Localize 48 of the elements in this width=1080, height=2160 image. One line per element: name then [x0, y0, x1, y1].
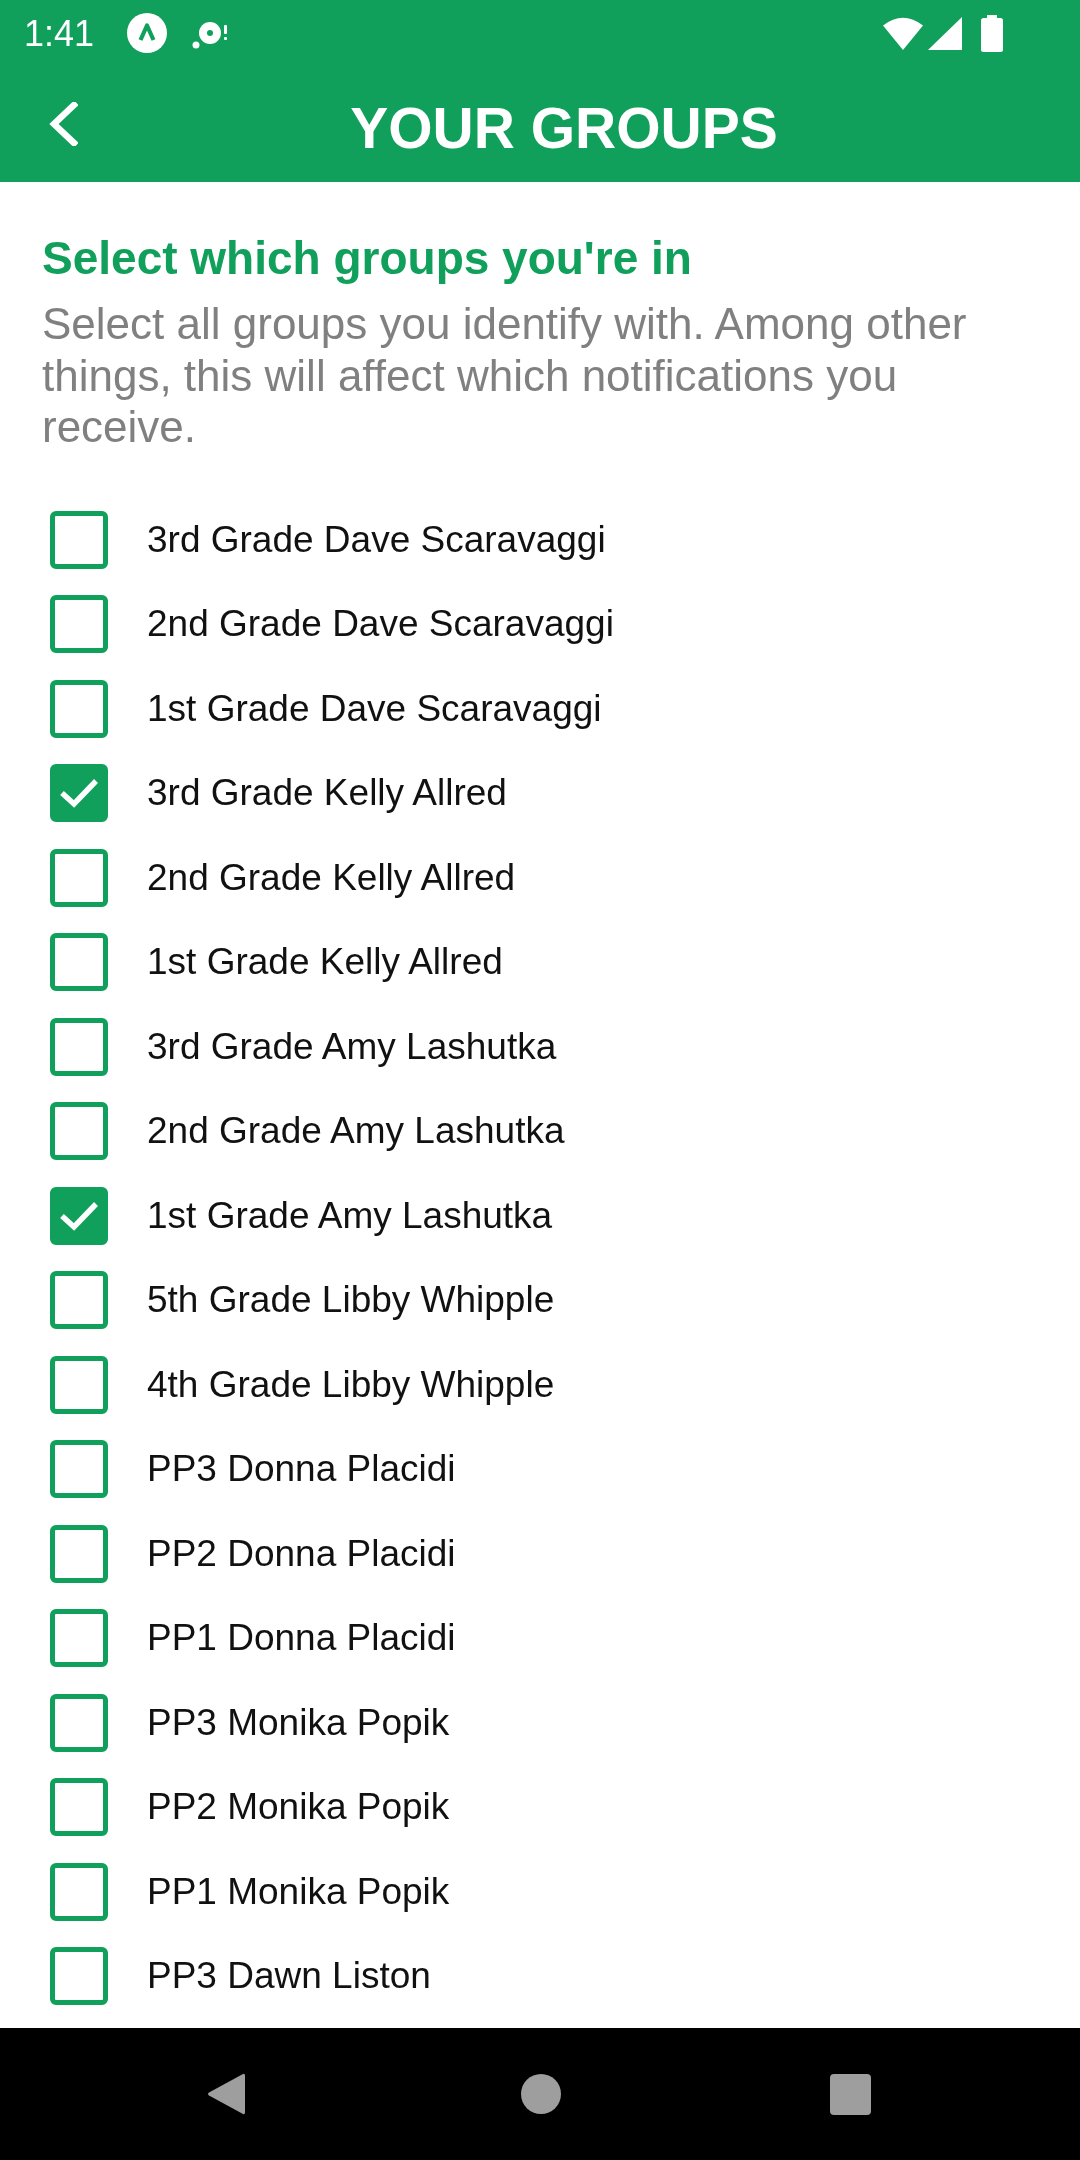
group-label[interactable]: 1st Grade Amy Lashutka	[147, 1194, 553, 1237]
group-label[interactable]: 3rd Grade Dave Scaravaggi	[147, 518, 606, 561]
group-label[interactable]: PP1 Donna Placidi	[147, 1617, 456, 1660]
wifi-icon	[883, 16, 923, 50]
battery-icon	[981, 14, 1003, 52]
group-label[interactable]: 5th Grade Libby Whipple	[147, 1279, 555, 1322]
group-label[interactable]: 2nd Grade Amy Lashutka	[147, 1110, 565, 1153]
group-label[interactable]: PP2 Monika Popik	[147, 1786, 450, 1829]
back-icon[interactable]	[48, 102, 78, 146]
group-label[interactable]: 4th Grade Libby Whipple	[147, 1363, 555, 1406]
checkbox[interactable]	[50, 1102, 108, 1161]
checkbox[interactable]	[50, 1862, 108, 1921]
screen-title: YOUR GROUPS	[350, 99, 778, 157]
checkbox[interactable]	[50, 848, 108, 907]
checkbox[interactable]	[50, 1524, 108, 1583]
checkbox[interactable]	[50, 679, 108, 738]
back-icon[interactable]	[207, 2072, 245, 2116]
status-time: 1:41	[24, 16, 95, 52]
section-description: Select all groups you identify with. Among other things, this will affect which notifications you receive.	[42, 298, 968, 453]
home-icon[interactable]	[521, 2074, 561, 2114]
checkbox[interactable]	[50, 764, 108, 823]
caret-circle-icon	[127, 13, 168, 53]
group-label[interactable]: 2nd Grade Dave Scaravaggi	[147, 603, 614, 646]
checkbox[interactable]	[50, 1271, 108, 1330]
checkbox[interactable]	[50, 595, 108, 654]
checkbox[interactable]	[50, 1186, 108, 1245]
checkbox[interactable]	[50, 510, 108, 569]
checkbox[interactable]	[50, 1778, 108, 1837]
checkbox[interactable]	[50, 1947, 108, 2006]
disc-alert-icon	[192, 21, 229, 49]
checkbox[interactable]	[50, 1440, 108, 1499]
group-label[interactable]: PP2 Donna Placidi	[147, 1532, 456, 1575]
group-label[interactable]: 3rd Grade Kelly Allred	[147, 772, 507, 815]
section-heading: Select which groups you're in	[42, 231, 693, 286]
group-label[interactable]: 1st Grade Kelly Allred	[147, 941, 503, 984]
group-label[interactable]: PP3 Monika Popik	[147, 1701, 450, 1744]
checkbox[interactable]	[50, 1609, 108, 1668]
group-label[interactable]: PP3 Dawn Liston	[147, 1955, 431, 1998]
checkbox[interactable]	[50, 1355, 108, 1414]
group-label[interactable]: PP1 Monika Popik	[147, 1870, 450, 1913]
checkbox[interactable]	[50, 1693, 108, 1752]
group-label[interactable]: 1st Grade Dave Scaravaggi	[147, 687, 602, 730]
checkbox[interactable]	[50, 933, 108, 992]
group-label[interactable]: PP3 Donna Placidi	[147, 1448, 456, 1491]
group-label[interactable]: 2nd Grade Kelly Allred	[147, 856, 516, 899]
group-label[interactable]: 3rd Grade Amy Lashutka	[147, 1025, 557, 1068]
signal-icon	[928, 16, 962, 50]
checkbox[interactable]	[50, 1017, 108, 1076]
